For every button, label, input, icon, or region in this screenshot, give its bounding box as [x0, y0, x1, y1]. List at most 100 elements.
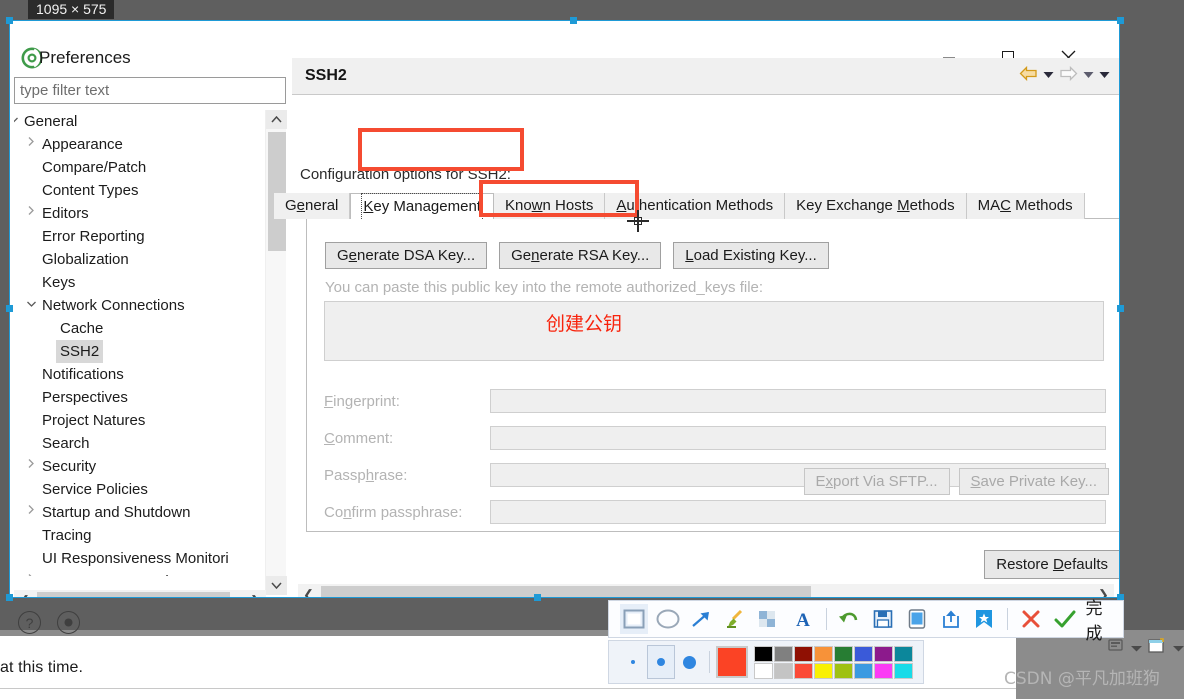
scroll-right-icon[interactable]: ❯ — [245, 590, 266, 599]
export-via-sftp-button[interactable]: Export Via SFTP... — [803, 468, 950, 495]
tree-item-editors[interactable]: Editors — [14, 202, 270, 225]
tree-item-general[interactable]: General — [14, 110, 270, 133]
color-swatch[interactable] — [774, 645, 793, 662]
share-button[interactable] — [937, 604, 965, 634]
tree-horizontal-scrollbar[interactable]: ❮ ❯ — [14, 590, 266, 598]
preferences-tree[interactable]: General Appearance Compare/Patch Content Ty… — [14, 110, 270, 576]
tree-vertical-scrollbar[interactable] — [265, 110, 287, 595]
generate-rsa-key-button[interactable]: Generate RSA Key... — [499, 242, 662, 269]
size-large[interactable] — [675, 645, 703, 679]
dialog-titlebar[interactable]: Preferences — [9, 20, 1120, 69]
color-swatch[interactable] — [894, 645, 913, 662]
cancel-button[interactable] — [1017, 604, 1045, 634]
tree-item-project-natures[interactable]: Project Natures — [14, 409, 270, 432]
handle-top-left[interactable] — [6, 17, 13, 24]
color-swatch[interactable] — [754, 662, 773, 679]
help-icon[interactable]: ? — [18, 611, 41, 634]
handle-bottom-left[interactable] — [6, 594, 13, 601]
tab-general[interactable]: General — [274, 193, 351, 219]
chevron-right-icon[interactable] — [24, 455, 38, 478]
tree-item-search[interactable]: Search — [14, 432, 270, 455]
filter-input[interactable]: type filter text — [14, 77, 286, 104]
generate-dsa-key-button[interactable]: Generate DSA Key... — [325, 242, 488, 269]
tree-item-perspectives[interactable]: Perspectives — [14, 386, 270, 409]
favorite-button[interactable] — [970, 604, 998, 634]
color-swatch[interactable] — [754, 645, 773, 662]
chevron-right-icon[interactable] — [24, 133, 38, 156]
undo-button[interactable] — [835, 604, 863, 634]
color-swatch[interactable] — [794, 662, 813, 679]
back-arrow-icon[interactable] — [1019, 65, 1038, 86]
chevron-down-icon[interactable] — [1130, 640, 1143, 658]
tree-item-network-connections[interactable]: Network Connections — [14, 294, 270, 317]
color-swatch[interactable] — [814, 645, 833, 662]
new-note-icon[interactable] — [1148, 638, 1167, 659]
forward-dropdown-icon[interactable] — [1083, 71, 1094, 81]
page-hscroll-thumb[interactable] — [321, 586, 811, 598]
text-tool[interactable]: A — [789, 604, 817, 634]
load-existing-key-button[interactable]: Load Existing Key... — [673, 242, 829, 269]
field-input-comment[interactable] — [490, 426, 1106, 450]
current-color-swatch[interactable] — [716, 646, 748, 678]
chevron-right-icon[interactable] — [24, 202, 38, 225]
tree-scroll-thumb[interactable] — [268, 132, 286, 251]
tree-item-user-storage-service[interactable]: User Storage Service — [14, 570, 270, 576]
field-input-fingerprint[interactable] — [490, 389, 1106, 413]
tree-item-ssh2[interactable]: SSH2 — [14, 340, 270, 363]
brush-tool[interactable] — [721, 604, 749, 634]
color-swatch[interactable] — [894, 662, 913, 679]
tab-key-management[interactable]: Key Management — [350, 193, 494, 221]
scroll-up-icon[interactable] — [266, 110, 287, 129]
page-menu-dropdown-icon[interactable] — [1099, 71, 1110, 81]
color-swatch[interactable] — [794, 645, 813, 662]
forward-arrow-icon[interactable] — [1059, 65, 1078, 86]
tree-item-startup-and-shutdown[interactable]: Startup and Shutdown — [14, 501, 270, 524]
record-icon[interactable] — [57, 611, 80, 634]
back-dropdown-icon[interactable] — [1043, 71, 1054, 81]
pin-to-screen-button[interactable] — [903, 604, 931, 634]
public-key-textarea[interactable]: 创建公钥 — [324, 301, 1104, 361]
color-swatch[interactable] — [834, 645, 853, 662]
tree-item-ui-responsiveness-monitori[interactable]: UI Responsiveness Monitori — [14, 547, 270, 570]
color-swatch[interactable] — [834, 662, 853, 679]
tree-item-keys[interactable]: Keys — [14, 271, 270, 294]
tree-item-service-policies[interactable]: Service Policies — [14, 478, 270, 501]
tab-key-exchange-methods[interactable]: Key Exchange Methods — [785, 193, 967, 219]
color-swatch[interactable] — [874, 662, 893, 679]
color-swatch[interactable] — [814, 662, 833, 679]
tree-item-error-reporting[interactable]: Error Reporting — [14, 225, 270, 248]
tree-item-notifications[interactable]: Notifications — [14, 363, 270, 386]
tab-mac-methods[interactable]: MAC Methods — [966, 193, 1085, 219]
snipping-options-bar[interactable] — [608, 640, 924, 684]
rectangle-tool[interactable] — [620, 604, 648, 634]
field-input-confirm-passphrase[interactable] — [490, 500, 1106, 524]
tree-item-security[interactable]: Security — [14, 455, 270, 478]
scroll-left-icon[interactable]: ❮ — [14, 590, 35, 599]
size-small[interactable] — [619, 645, 647, 679]
save-button[interactable] — [869, 604, 897, 634]
snipping-toolbar[interactable]: A 完成 — [608, 599, 1124, 644]
arrow-tool[interactable] — [688, 604, 716, 634]
color-swatch[interactable] — [854, 662, 873, 679]
tree-item-tracing[interactable]: Tracing — [14, 524, 270, 547]
save-private-key-button[interactable]: Save Private Key... — [958, 468, 1109, 495]
tree-item-appearance[interactable]: Appearance — [14, 133, 270, 156]
scroll-down-icon[interactable] — [266, 576, 287, 595]
tree-item-compare-patch[interactable]: Compare/Patch — [14, 156, 270, 179]
tab-strip[interactable]: General Key Management Known Hosts Authenti… — [274, 193, 1120, 221]
size-medium[interactable] — [646, 645, 676, 679]
tree-item-content-types[interactable]: Content Types — [14, 179, 270, 202]
chevron-right-icon[interactable] — [24, 570, 38, 576]
confirm-button[interactable] — [1051, 604, 1079, 634]
chevron-down-icon[interactable] — [14, 110, 20, 133]
handle-bottom-center[interactable] — [534, 594, 541, 601]
tree-hscroll-thumb[interactable] — [37, 592, 230, 598]
chevron-down-icon[interactable] — [24, 294, 38, 317]
handle-mid-right[interactable] — [1117, 305, 1124, 312]
color-swatch[interactable] — [854, 645, 873, 662]
restore-defaults-button[interactable]: Restore Defaults — [984, 550, 1120, 579]
handle-mid-left[interactable] — [6, 305, 13, 312]
handle-top-center[interactable] — [570, 17, 577, 24]
page-scroll-left-icon[interactable]: ❮ — [298, 584, 319, 599]
color-swatch[interactable] — [774, 662, 793, 679]
